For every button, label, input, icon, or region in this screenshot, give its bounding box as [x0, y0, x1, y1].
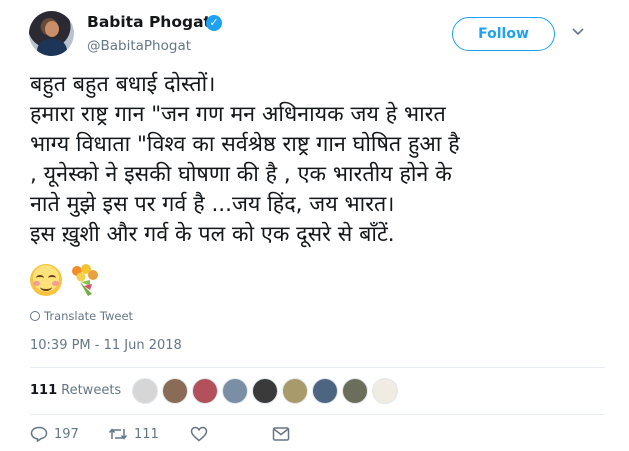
divider: [30, 367, 605, 368]
reply-count: 197: [54, 426, 79, 442]
retweet-stat-label: Retweets: [61, 383, 122, 398]
translate-label[interactable]: Translate Tweet: [44, 309, 133, 323]
retweeter-avatar[interactable]: [372, 378, 398, 404]
retweeter-avatar[interactable]: [282, 378, 308, 404]
retweeter-avatar[interactable]: [312, 378, 338, 404]
retweeter-avatar[interactable]: [162, 378, 188, 404]
retweet-icon: [108, 428, 128, 440]
avatar[interactable]: [29, 11, 74, 56]
chevron-down-icon[interactable]: [572, 24, 584, 40]
like-icon: [190, 426, 208, 442]
tweet-line: भाग्य विधाता "विश्व का सर्वश्रेष्ठ राष्ट…: [30, 132, 460, 157]
direct-message-button[interactable]: [272, 426, 290, 442]
retweeter-avatar[interactable]: [252, 378, 278, 404]
avatar-body: [37, 39, 67, 56]
translate-tweet-link[interactable]: Translate Tweet: [30, 309, 133, 323]
retweet-button[interactable]: 111: [108, 426, 159, 442]
display-name[interactable]: Babita Phogat: [87, 13, 211, 31]
retweeter-avatar[interactable]: [192, 378, 218, 404]
retweet-action-count: 111: [134, 426, 159, 442]
smiling-face-icon: [30, 264, 62, 296]
tweet-line: हमारा राष्ट्र गान "जन गण मन अधिनायक जय ह…: [30, 102, 446, 127]
follow-button[interactable]: Follow: [452, 17, 555, 51]
retweeter-avatar[interactable]: [222, 378, 248, 404]
globe-icon: [30, 311, 40, 321]
timestamp[interactable]: 10:39 PM - 11 Jun 2018: [30, 338, 182, 353]
avatar-face: [45, 21, 59, 37]
tweet-card: Babita Phogat ✓ @BabitaPhogat Follow बहु…: [0, 0, 629, 451]
verified-check-icon: ✓: [206, 15, 222, 31]
reply-icon: [30, 426, 48, 442]
tweet-line: , यूनेस्को ने इसकी घोषणा की है , एक भारत…: [30, 162, 452, 187]
retweet-stat-count: 111: [30, 383, 58, 398]
user-handle[interactable]: @BabitaPhogat: [87, 38, 191, 54]
retweeter-avatar[interactable]: [132, 378, 158, 404]
direct-message-icon: [272, 427, 290, 441]
tweet-line: नाते मुझे इस पर गर्व है ...जय हिंद, जय भ…: [30, 192, 395, 217]
reply-button[interactable]: 197: [30, 426, 79, 442]
tweet-text: बहुत बहुत बधाई दोस्तों। हमारा राष्ट्र गा…: [30, 70, 605, 250]
retweet-stats[interactable]: 111 Retweets: [30, 383, 121, 398]
tweet-line: इस ख़ुशी और गर्व के पल को एक दूसरे से बा…: [30, 222, 395, 247]
divider: [30, 414, 605, 415]
bouquet-icon: [72, 264, 98, 296]
like-button[interactable]: [190, 426, 214, 442]
retweeter-avatar[interactable]: [342, 378, 368, 404]
tweet-line: बहुत बहुत बधाई दोस्तों।: [30, 72, 216, 97]
